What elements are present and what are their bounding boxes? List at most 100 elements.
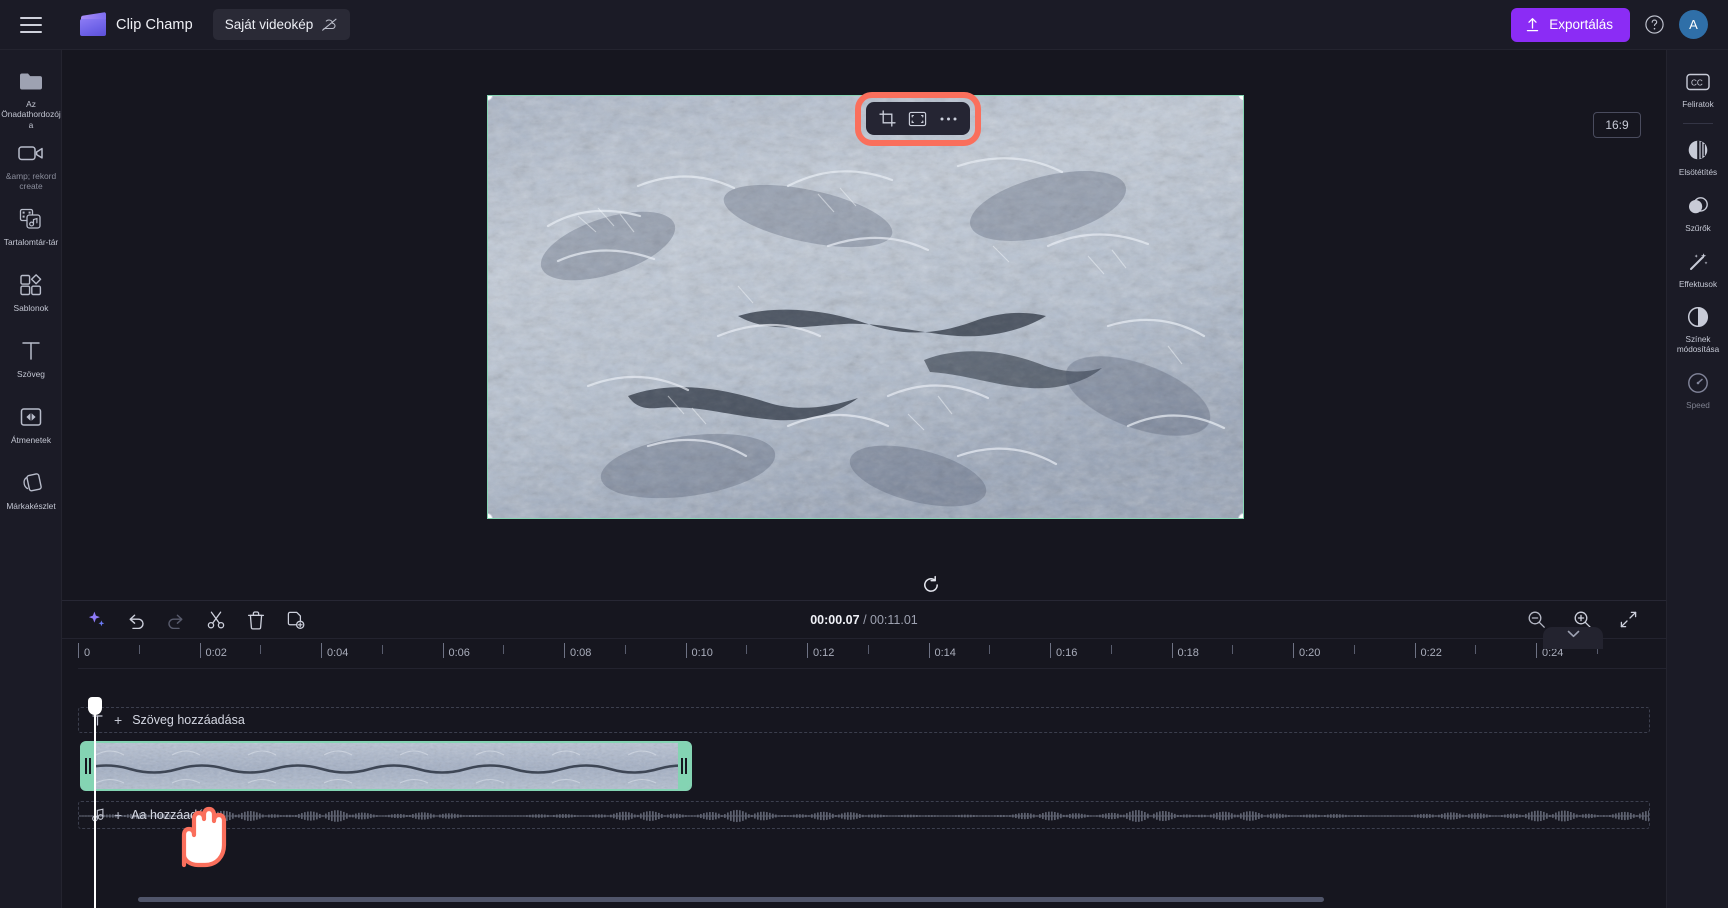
sidebar-item-label: Márkakészlet	[6, 500, 56, 511]
right-item-label: Szűrők	[1685, 223, 1711, 233]
svg-text:CC: CC	[1691, 79, 1703, 88]
sidebar-item-your-media[interactable]: Az Önadathordozója	[0, 58, 62, 130]
project-name-chip[interactable]: Saját videokép	[212, 9, 351, 40]
help-circle-icon[interactable]	[1644, 14, 1665, 35]
header-right-group: Exportálás A	[1511, 7, 1728, 42]
speed-gauge-icon	[1686, 370, 1710, 396]
folder-icon	[18, 68, 44, 94]
fit-to-frame-icon[interactable]	[905, 106, 931, 132]
right-item-captions[interactable]: CC Feliratok	[1667, 60, 1728, 116]
trim-handle-left[interactable]	[82, 743, 94, 789]
audio-waveform	[79, 809, 1649, 823]
playhead[interactable]	[88, 697, 102, 908]
aspect-ratio-badge[interactable]: 16:9	[1593, 112, 1641, 138]
trim-handle-right[interactable]	[678, 743, 690, 789]
sidebar-item-templates[interactable]: Sablonok	[0, 262, 62, 328]
sidebar-item-label: Az Önadathordozója	[1, 99, 61, 130]
reset-rotation-icon[interactable]	[919, 573, 943, 597]
duplicate-icon[interactable]	[284, 608, 308, 632]
magic-sparkle-icon[interactable]	[84, 608, 108, 632]
templates-icon	[19, 272, 43, 298]
add-text-track[interactable]: + Szöveg hozzáadása	[78, 707, 1650, 733]
playhead-knob[interactable]	[88, 697, 102, 715]
ruler-tick-minor	[746, 645, 748, 654]
text-icon	[19, 338, 43, 364]
ruler-tick-major	[1050, 643, 1051, 658]
sidebar-item-label: Sablonok	[13, 302, 49, 313]
hamburger-icon[interactable]	[20, 16, 42, 33]
right-item-filters[interactable]: Szűrők	[1667, 184, 1728, 240]
add-audio-track[interactable]: + Aa hozzáadása	[78, 801, 1650, 829]
ruler-tick-label: 0:22	[1420, 647, 1442, 659]
zoom-out-icon[interactable]	[1524, 608, 1548, 632]
aspect-ratio-value: 16:9	[1605, 118, 1629, 132]
video-clip[interactable]	[80, 741, 692, 791]
total-time: 00:11.01	[870, 612, 918, 627]
ruler-tick-label: 0:16	[1056, 647, 1078, 659]
ruler-tick-label: 0:04	[327, 647, 349, 659]
right-item-label: Színek módosítása	[1676, 335, 1720, 355]
more-horizontal-icon[interactable]	[936, 106, 962, 132]
brand-logo-group[interactable]: Clip Champ	[80, 11, 193, 36]
ruler-tick-major	[199, 643, 201, 658]
transitions-icon	[19, 404, 43, 430]
fit-timeline-icon[interactable]	[1616, 608, 1640, 632]
sidebar-item-label: Átmenetek	[10, 434, 52, 445]
right-item-effects[interactable]: Effektusok	[1667, 240, 1728, 296]
sidebar-item-record-create[interactable]: &amp; rekord create	[0, 130, 62, 196]
sidebar-item-transitions[interactable]: Átmenetek	[0, 394, 62, 460]
add-text-plus: +	[114, 712, 123, 728]
export-button-label: Exportálás	[1549, 17, 1613, 32]
timeline-tracks: + Szöveg hozzáadása Aa hozzáadása	[78, 669, 1666, 908]
right-item-speed[interactable]: Speed	[1667, 361, 1728, 417]
sidebar-item-text[interactable]: Szöveg	[0, 328, 62, 394]
redo-icon[interactable]	[164, 608, 188, 632]
closed-captions-icon: CC	[1685, 69, 1711, 95]
ruler-tick-minor	[989, 645, 991, 654]
content-library-icon	[18, 206, 44, 232]
cloud-off-icon	[322, 18, 337, 31]
timeline-toolbar: 00:00.07 / 00:11.01	[62, 601, 1666, 639]
ruler-tick-label: 0:08	[570, 647, 592, 659]
sidebar-item-brand-kit[interactable]: Márkakészlet	[0, 460, 62, 526]
fade-icon	[1686, 137, 1710, 163]
trash-icon[interactable]	[244, 608, 268, 632]
right-item-label: Elsötétítés	[1678, 167, 1718, 177]
effects-wand-icon	[1686, 249, 1710, 275]
scissors-icon[interactable]	[204, 608, 228, 632]
avatar[interactable]: A	[1679, 10, 1708, 39]
clipchamp-logo-icon	[80, 11, 106, 36]
filters-icon	[1686, 193, 1710, 219]
right-item-adjust-colors[interactable]: Színek módosítása	[1667, 295, 1728, 361]
clip-float-toolbar	[866, 102, 970, 135]
undo-icon[interactable]	[124, 608, 148, 632]
timeline-horizontal-scrollbar[interactable]	[138, 897, 1324, 902]
time-separator: /	[863, 612, 867, 627]
sidebar-item-label: &amp; rekord create	[5, 170, 57, 191]
ruler-tick-major	[564, 643, 565, 658]
crop-icon[interactable]	[874, 106, 900, 132]
ruler-tick-label: 0:12	[813, 647, 835, 659]
ruler-tick-label: 0:06	[448, 647, 470, 659]
add-text-label: Szöveg hozzáadása	[132, 713, 245, 727]
ruler-tick-label: 0:14	[934, 647, 956, 659]
ruler-tick-minor	[381, 645, 383, 654]
chevron-down-icon	[1567, 630, 1579, 638]
ruler-tick-minor	[138, 645, 140, 654]
timeline-ruler[interactable]: 0 0:02 0:04 0:06 0:08 0:10 0:12 0:14 0:16 0:18 0:2…	[78, 639, 1666, 669]
left-sidebar: Az Önadathordozója &amp; rekord create T…	[0, 50, 79, 908]
ruler-tick-major	[928, 643, 930, 658]
sidebar-item-content-library[interactable]: Tartalomtár-tár	[0, 196, 62, 262]
brand-name: Clip Champ	[116, 16, 193, 33]
resize-handle-br[interactable]	[1238, 513, 1243, 518]
add-audio-label: Aa hozzáadása	[131, 808, 218, 822]
camera-record-icon	[17, 140, 45, 166]
export-button[interactable]: Exportálás	[1511, 7, 1630, 42]
timeline-collapse-button[interactable]	[1543, 627, 1603, 649]
ruler-tick-label: 0:18	[1177, 647, 1199, 659]
ruler-tick-major	[1414, 643, 1416, 658]
ruler-tick-minor	[1353, 645, 1355, 654]
right-item-fade[interactable]: Elsötétítés	[1667, 128, 1728, 184]
snowy-forest-frame	[488, 96, 1243, 518]
video-preview[interactable]	[487, 95, 1244, 519]
